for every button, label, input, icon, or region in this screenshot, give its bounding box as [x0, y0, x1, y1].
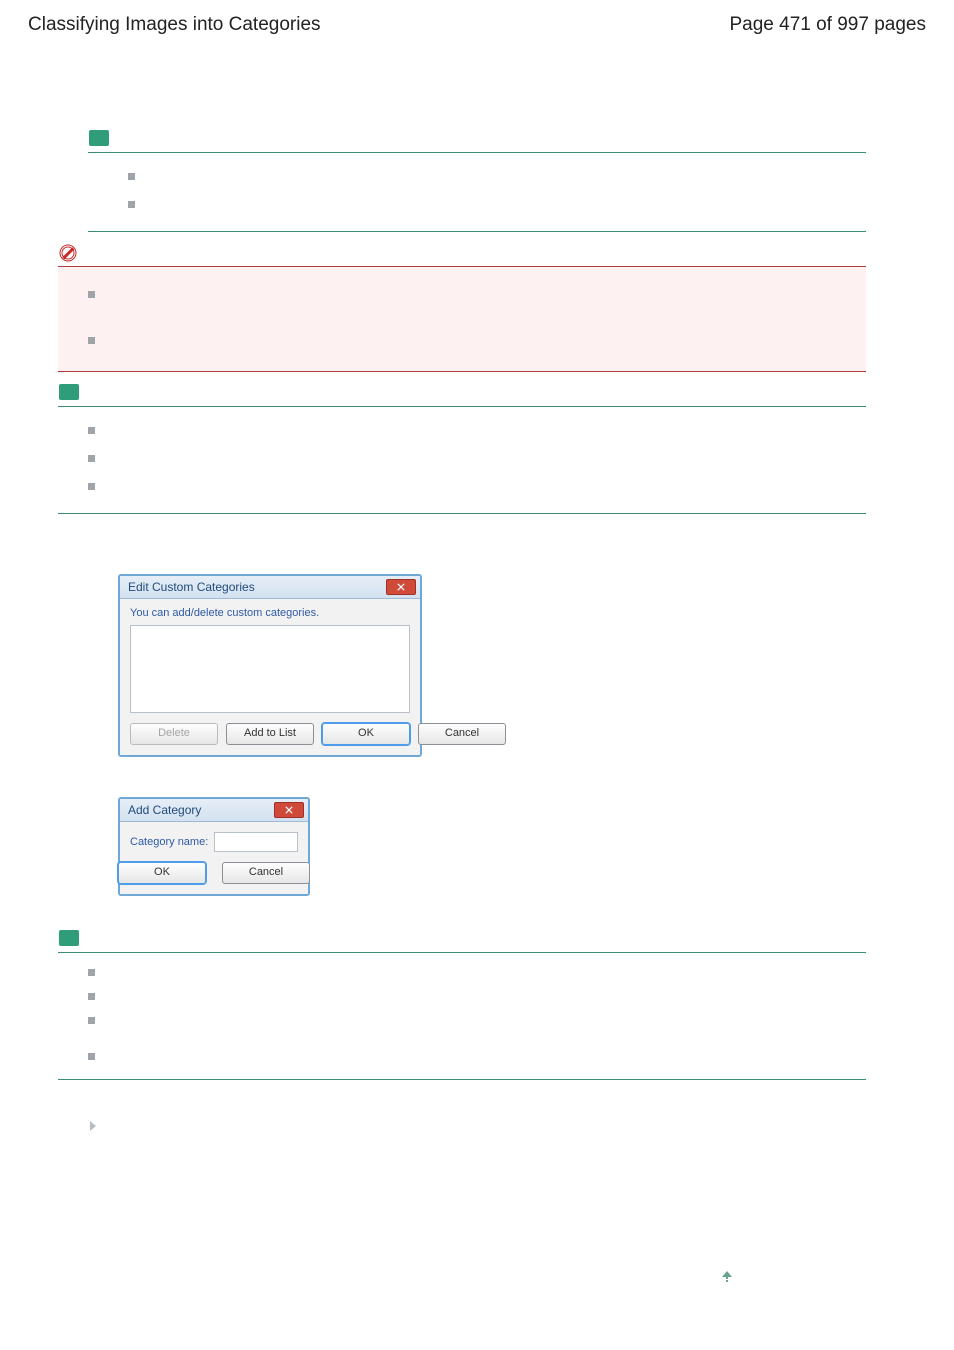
important-block-1 — [58, 240, 866, 372]
dialog-titlebar[interactable]: Edit Custom Categories — [120, 576, 420, 599]
page-indicator: Page 471 of 997 pages — [729, 14, 926, 36]
important-1-list — [88, 287, 866, 351]
important-icon — [58, 243, 80, 261]
list-item — [88, 451, 866, 469]
list-item — [88, 1049, 866, 1067]
dialog-titlebar[interactable]: Add Category — [120, 799, 308, 822]
list-item — [88, 333, 866, 351]
list-item — [88, 1013, 866, 1031]
category-listbox[interactable] — [130, 625, 410, 713]
page-content: Edit Custom Categories You can add/delet… — [28, 126, 926, 1132]
note-icon — [58, 383, 80, 401]
note-block-3 — [58, 926, 866, 1080]
close-icon — [284, 803, 294, 817]
add-category-dialog: Add Category Category name: OK — [118, 797, 310, 896]
note-1-list — [128, 169, 866, 215]
page-title: Classifying Images into Categories — [28, 14, 321, 36]
close-icon — [396, 580, 406, 594]
list-item — [88, 479, 866, 497]
page-top-link[interactable] — [720, 1269, 734, 1290]
cancel-button[interactable]: Cancel — [222, 862, 310, 884]
page-header: Classifying Images into Categories Page … — [28, 14, 926, 36]
note-icon — [58, 929, 80, 947]
close-button[interactable] — [274, 802, 304, 818]
page: Classifying Images into Categories Page … — [0, 0, 954, 1350]
list-item — [88, 287, 866, 305]
dialog-message: You can add/delete custom categories. — [130, 607, 410, 619]
note-icon — [88, 129, 110, 147]
list-item — [88, 989, 866, 1007]
list-item — [128, 169, 866, 187]
edit-custom-categories-dialog: Edit Custom Categories You can add/delet… — [118, 574, 422, 757]
chevron-right-icon — [88, 1120, 866, 1132]
category-name-label: Category name: — [130, 836, 208, 848]
list-item — [88, 423, 866, 441]
ok-button[interactable]: OK — [322, 723, 410, 745]
cancel-button[interactable]: Cancel — [418, 723, 506, 745]
list-item — [128, 197, 866, 215]
note-block-1 — [88, 126, 866, 232]
delete-button[interactable]: Delete — [130, 723, 218, 745]
dialog-title: Edit Custom Categories — [128, 580, 255, 594]
ok-button[interactable]: OK — [118, 862, 206, 884]
dialog-title: Add Category — [128, 803, 201, 817]
list-item — [88, 965, 866, 983]
add-to-list-button[interactable]: Add to List — [226, 723, 314, 745]
page-top-icon — [720, 1272, 734, 1289]
note-3-list — [88, 965, 866, 1067]
note-2-list — [88, 423, 866, 497]
category-name-input[interactable] — [214, 832, 298, 852]
note-block-2 — [58, 380, 866, 514]
close-button[interactable] — [386, 579, 416, 595]
